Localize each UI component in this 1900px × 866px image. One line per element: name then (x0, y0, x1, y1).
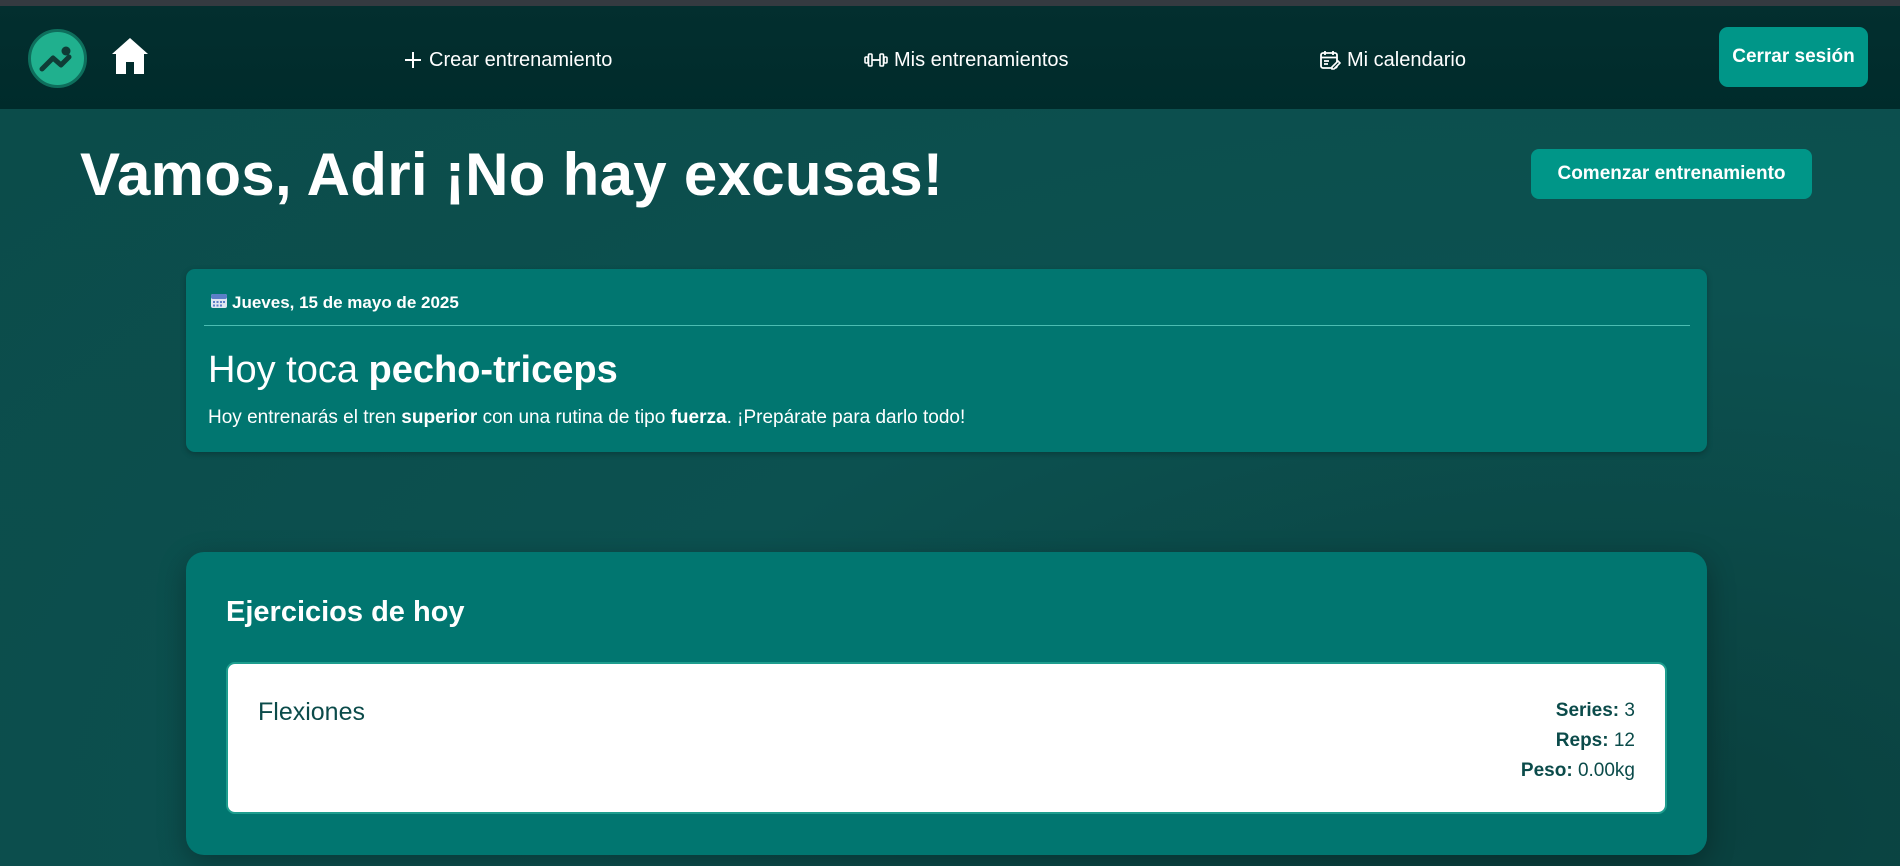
nav-create-workout-label: Crear entrenamiento (429, 48, 613, 71)
exercise-weight: Peso: 0.00kg (1521, 756, 1635, 786)
desc-part-2: con una rutina de tipo (477, 407, 671, 428)
reps-label: Reps: (1555, 730, 1609, 751)
series-value: 3 (1624, 700, 1635, 721)
plus-icon (403, 50, 423, 70)
exercises-section-title: Ejercicios de hoy (226, 596, 465, 628)
exercise-item[interactable]: Flexiones Series: 3 Reps: 12 Peso: 0.00k… (226, 662, 1667, 814)
today-routine-card: Jueves, 15 de mayo de 2025 Hoy toca pech… (186, 269, 1707, 452)
today-routine-heading: Hoy toca pecho-triceps (208, 349, 618, 392)
exercise-stats: Series: 3 Reps: 12 Peso: 0.00kg (1521, 696, 1635, 786)
logout-button[interactable]: Cerrar sesión (1719, 27, 1868, 87)
nav-my-calendar[interactable]: Mi calendario (1319, 44, 1466, 76)
weight-value: 0.00 (1577, 760, 1615, 781)
today-date: Jueves, 15 de mayo de 2025 (210, 291, 459, 314)
divider (204, 325, 1690, 326)
nav-create-workout[interactable]: Crear entrenamiento (403, 44, 612, 76)
calendar-edit-icon (1319, 49, 1341, 71)
today-date-text: Jueves, 15 de mayo de 2025 (232, 292, 459, 312)
dumbbell-icon (864, 50, 888, 70)
calendar-icon (210, 291, 228, 314)
page-title: Vamos, Adri ¡No hay excusas! (80, 141, 944, 208)
desc-part-1: Hoy entrenarás el tren (208, 407, 402, 428)
nav-my-workouts[interactable]: Mis entrenamientos (864, 44, 1069, 76)
exercise-reps: Reps: 12 (1521, 726, 1635, 756)
exercise-name: Flexiones (258, 698, 365, 726)
exercise-series: Series: 3 (1521, 696, 1635, 726)
weight-unit: kg (1614, 760, 1635, 781)
series-label: Series: (1555, 700, 1620, 721)
exercises-card: Ejercicios de hoy Flexiones Series: 3 Re… (186, 552, 1707, 855)
body-part: superior (401, 407, 478, 428)
navbar: Crear entrenamiento Mis entrenamientos M… (0, 6, 1900, 109)
start-workout-button[interactable]: Comenzar entrenamiento (1531, 149, 1812, 199)
reps-value: 12 (1613, 730, 1635, 751)
desc-part-3: . ¡Prepárate para darlo todo! (726, 407, 966, 428)
routine-heading-prefix: Hoy toca (208, 349, 369, 391)
today-routine-description: Hoy entrenarás el tren superior con una … (208, 407, 965, 429)
routine-type: fuerza (670, 407, 727, 428)
app-logo-icon[interactable] (28, 29, 87, 88)
nav-my-calendar-label: Mi calendario (1347, 48, 1466, 71)
routine-name: pecho-triceps (368, 349, 618, 391)
weight-label: Peso: (1520, 760, 1573, 781)
nav-my-workouts-label: Mis entrenamientos (894, 48, 1069, 71)
home-icon[interactable] (108, 34, 152, 78)
